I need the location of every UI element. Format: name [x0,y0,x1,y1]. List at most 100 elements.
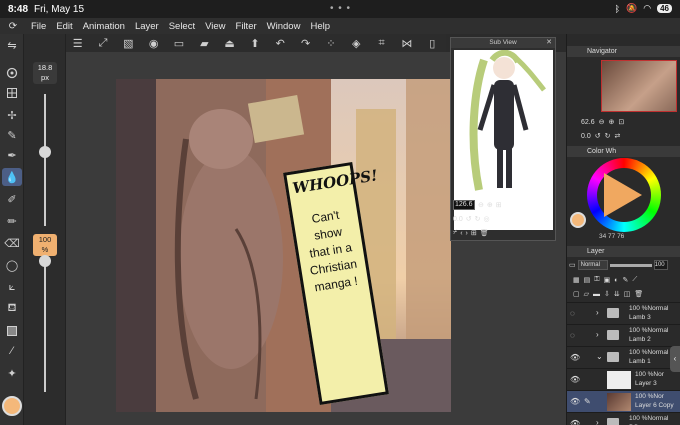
new-canvas-icon[interactable]: ▭ [167,35,190,51]
menu-animation[interactable]: Animation [78,21,130,32]
deselect-icon[interactable]: ⁘ [319,35,342,51]
current-color-chip[interactable] [570,212,586,228]
rotate-right-icon[interactable]: ↻ [475,215,481,223]
delete-layer-icon[interactable]: 🗑 [634,290,643,298]
brush-opacity-knob[interactable] [39,255,51,267]
menu-file[interactable]: File [26,21,51,32]
blend-tool-icon[interactable]: 💧 [2,168,22,186]
merge-icon[interactable]: ⇊ [614,290,620,298]
visibility-icon[interactable]: 👁 [570,397,580,407]
layer-row[interactable]: ◌ › 100 %Normal Lamb 2 [567,324,680,346]
eyedropper-icon[interactable]: ⌿ [453,229,457,237]
palette-icon[interactable]: ◐ [614,277,618,284]
lock-icon[interactable]: ⚿ [594,276,599,284]
rotate-right-icon[interactable]: ↻ [605,132,611,140]
open-folder-icon[interactable]: ▰ [193,35,216,51]
collapse-arrow-icon[interactable]: ⌄ [596,352,603,361]
visibility-icon[interactable]: ◌ [570,331,580,341]
fill-bucket-icon[interactable]: ◈ [345,35,368,51]
brush-size-readout[interactable]: 18.8 px [33,62,57,84]
color-triangle[interactable] [604,173,642,217]
collapse-icon[interactable]: ⇋ [2,36,22,54]
color-wheel[interactable] [587,158,661,232]
new-folder-icon[interactable]: ▬ [593,291,600,298]
menu-layer[interactable]: Layer [130,21,164,32]
device-icon[interactable]: ▯ [421,35,444,51]
zoom-in-icon[interactable]: ⊕ [487,201,493,209]
text-tool-icon[interactable]: ✦ [2,364,22,382]
expand-arrow-icon[interactable]: › [596,308,599,317]
app-logo-icon[interactable]: ⟳ [0,21,26,32]
menu-filter[interactable]: Filter [231,21,262,32]
next-image-icon[interactable]: › [466,230,468,237]
transfer-icon[interactable]: ⇩ [604,290,610,298]
menu-window[interactable]: Window [262,21,306,32]
share-icon[interactable]: ⬆ [243,35,266,51]
multitask-dots[interactable]: • • • [330,3,351,14]
undo-icon[interactable]: ↶ [269,35,292,51]
flip-horizontal-icon[interactable]: ⋈ [395,35,418,51]
pen-tool-icon[interactable]: ✒ [2,146,22,164]
pencil-tool-icon[interactable]: ✏ [2,212,22,230]
ruler-icon[interactable]: ⟋ [632,276,637,284]
rotate-left-icon[interactable]: ↺ [466,215,472,223]
zoom-out-icon[interactable]: ⊖ [478,201,484,209]
gradient-tool-icon[interactable] [2,322,22,340]
fill-tool-icon[interactable]: ⛾ [2,300,22,318]
mask-add-icon[interactable]: ◫ [624,290,631,298]
move-tool-icon[interactable]: ✢ [2,106,22,124]
main-color-swatch[interactable] [2,396,22,416]
vector-tool-icon[interactable]: ⟀ [2,278,22,296]
subview-zoom-field[interactable]: 126.6 [453,200,475,210]
brush-size-knob[interactable] [39,146,51,158]
layer-row-selected[interactable]: 👁 ✎ 100 %Nor Layer 6 Copy [567,390,680,412]
navigator-zoom[interactable]: 62.6 [581,119,595,126]
brush-size-slider[interactable] [44,94,46,226]
zoom-tool-icon[interactable] [2,64,22,82]
layer-opacity-slider[interactable] [609,263,652,267]
redo-icon[interactable]: ↷ [294,35,317,51]
import-image-icon[interactable]: ⊞ [471,229,477,237]
layer-row[interactable]: 👁 › 100 %Normal BG [567,412,680,425]
rotate-left-icon[interactable]: ↺ [595,132,601,140]
close-icon[interactable]: ✕ [546,38,552,48]
layer-opacity-field[interactable]: 100 [653,260,668,270]
subview-angle[interactable]: 0.0 [453,216,463,223]
layer-thumb-icon[interactable]: ▭ [569,261,576,269]
menu-help[interactable]: Help [305,21,335,32]
menu-select[interactable]: Select [164,21,200,32]
new-vector-layer-icon[interactable]: ▱ [584,290,589,298]
save-icon[interactable]: ⏏ [218,35,241,51]
clip-icon[interactable]: ▦ [573,276,580,284]
canvas-resize-icon[interactable]: ⤢ [91,35,114,51]
eraser-tool-icon[interactable]: ⌫ [2,234,22,252]
blend-mode-select[interactable]: Normal [577,260,608,270]
navigator-angle[interactable]: 0.0 [581,133,591,140]
pen-icon[interactable]: ✎ [622,276,628,284]
crop-icon[interactable]: ⌗ [370,35,393,51]
brush-opacity-readout[interactable]: 100 % [33,234,57,256]
mask-icon[interactable]: ▣ [604,276,611,284]
reference-icon[interactable]: ▤ [584,276,591,284]
menu-view[interactable]: View [200,21,230,32]
layer-row[interactable]: 👁 ⌄ 100 %Normal Lamb 1 [567,346,680,368]
new-file-icon[interactable]: ▧ [117,35,140,51]
fit-icon[interactable]: ⊞ [496,201,502,209]
eyedropper-icon[interactable]: ✎ [2,126,22,144]
layer-row[interactable]: ◌ › 100 %Normal Lamb 3 [567,302,680,324]
panel-collapse-handle[interactable]: ‹ [670,346,680,372]
layer-row[interactable]: 👁 100 %Nor Layer 3 [567,368,680,390]
visibility-icon[interactable]: 👁 [570,375,580,385]
zoom-in-icon[interactable]: ⊕ [609,118,615,126]
brush-tool-icon[interactable]: ✐ [2,190,22,208]
fit-icon[interactable]: ⊡ [618,118,624,126]
visibility-icon[interactable]: ◌ [570,309,580,319]
flip-icon[interactable]: ⇄ [614,132,620,140]
new-raster-layer-icon[interactable]: ▢ [573,290,580,298]
record-icon[interactable]: ◉ [142,35,165,51]
expand-arrow-icon[interactable]: › [596,330,599,339]
visibility-icon[interactable]: 👁 [570,353,580,363]
brush-opacity-slider[interactable] [44,262,46,392]
expand-arrow-icon[interactable]: › [596,418,599,425]
visibility-icon[interactable]: 👁 [570,419,580,425]
